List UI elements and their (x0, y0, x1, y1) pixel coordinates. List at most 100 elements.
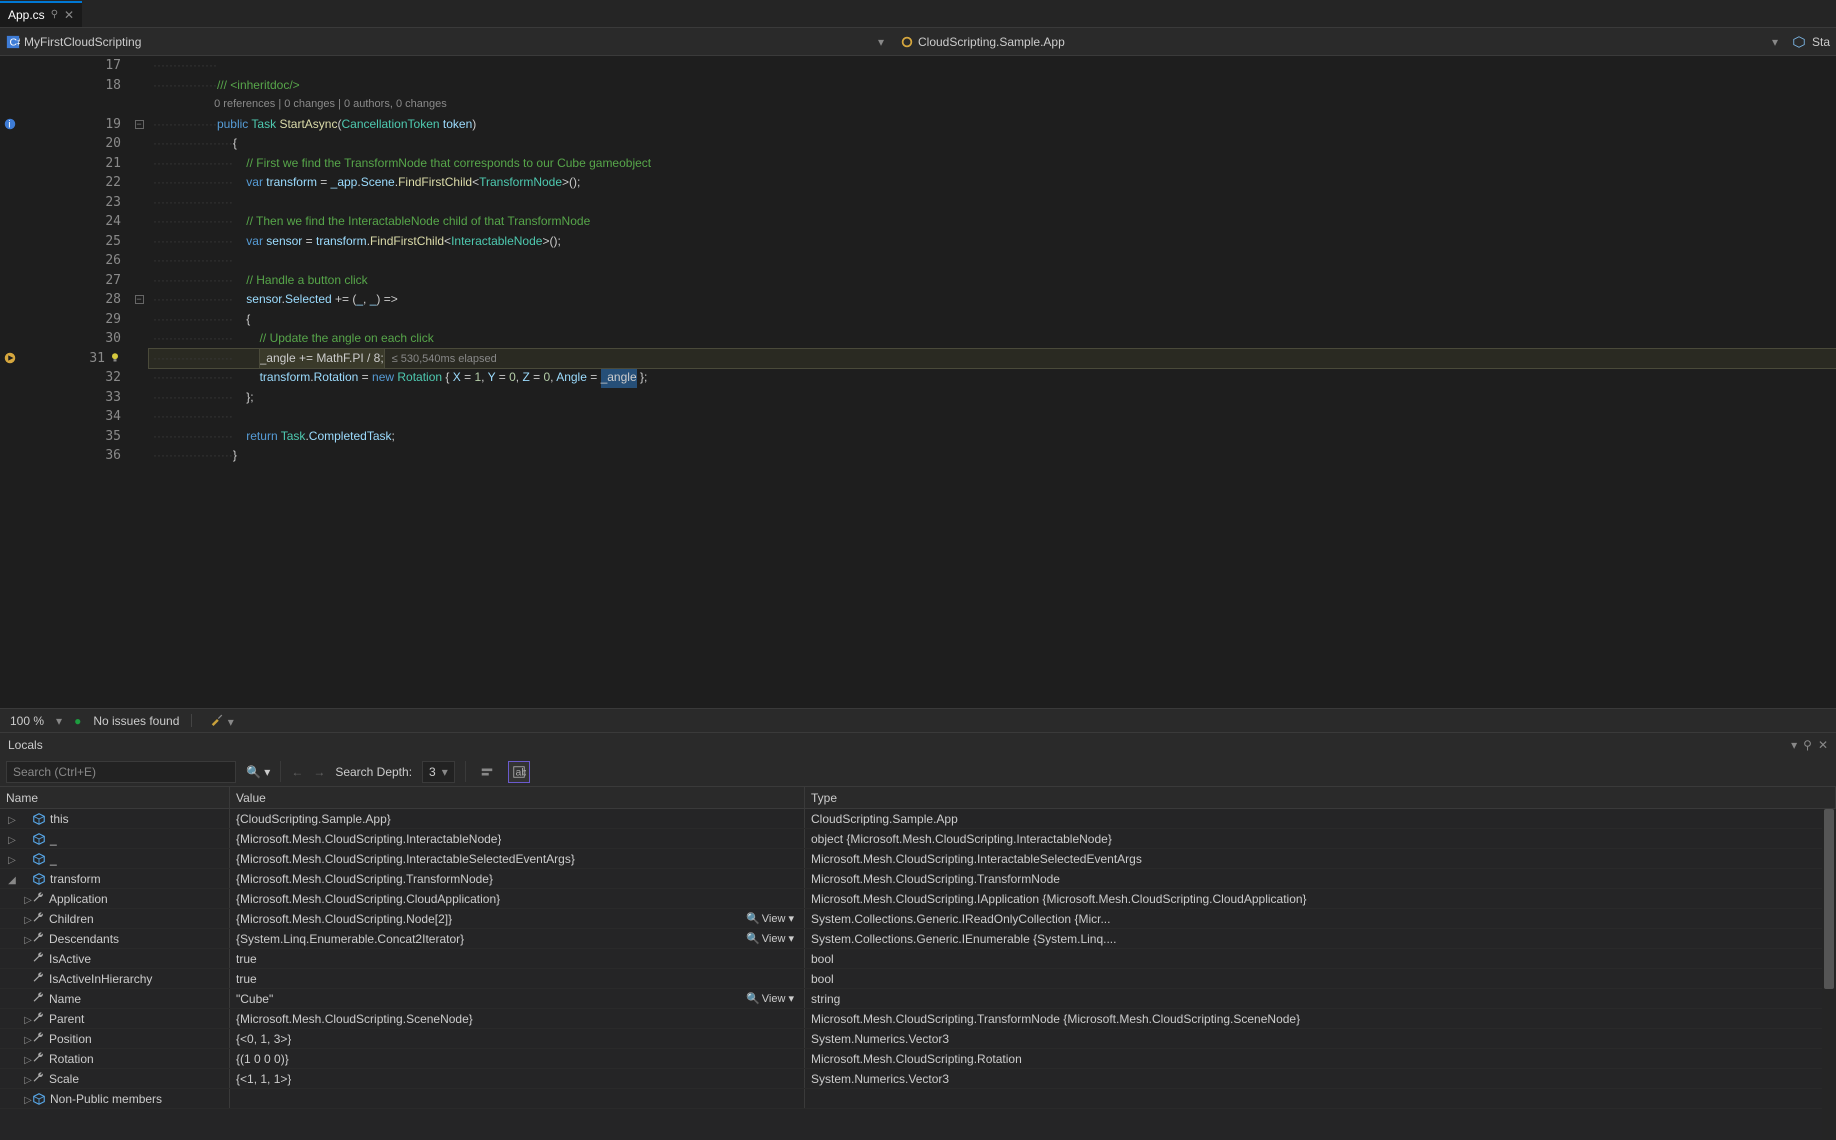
var-value: {Microsoft.Mesh.CloudScripting.Interacta… (236, 852, 575, 866)
scrollbar-vertical[interactable] (1822, 809, 1836, 1140)
code-line[interactable]: ···················· return Task.Complet… (149, 427, 1836, 447)
code-line[interactable]: ···················· (149, 251, 1836, 271)
locals-row[interactable]: ▷Non-Public members (0, 1089, 1836, 1109)
code-line[interactable]: ···················· var sensor = transf… (149, 232, 1836, 252)
locals-row[interactable]: Name"Cube"🔍 View ▾string (0, 989, 1836, 1009)
locals-row[interactable]: IsActivetruebool (0, 949, 1836, 969)
code-line[interactable]: ···················· (149, 193, 1836, 213)
code-line[interactable]: ···················· sensor.Selected += … (149, 290, 1836, 310)
code-line[interactable]: ···················· // First we find th… (149, 154, 1836, 174)
var-name: Position (49, 1032, 92, 1046)
code-line[interactable]: ····················{ (149, 134, 1836, 154)
var-value: {Microsoft.Mesh.CloudScripting.Interacta… (236, 832, 501, 846)
col-name-header[interactable]: Name (0, 787, 230, 808)
file-tab-active[interactable]: App.cs ⚲ ✕ (0, 1, 82, 27)
close-icon[interactable]: ✕ (64, 8, 74, 22)
code-line[interactable]: ················/// <inheritdoc/> (149, 76, 1836, 96)
code-line[interactable]: ···················· { (149, 310, 1836, 330)
var-type: bool (811, 972, 834, 986)
var-name: Name (49, 992, 81, 1006)
view-dropdown[interactable]: 🔍 View ▾ (746, 912, 798, 925)
view-dropdown[interactable]: 🔍 View ▾ (746, 932, 798, 945)
csharp-file-icon: C# (6, 35, 20, 49)
code-line[interactable]: ···················· // Then we find the… (149, 212, 1836, 232)
cube-icon (1792, 35, 1806, 49)
object-icon (32, 812, 46, 826)
fold-toggle[interactable]: − (129, 290, 149, 310)
locals-row[interactable]: ▷Children{Microsoft.Mesh.CloudScripting.… (0, 909, 1836, 929)
var-type: string (811, 992, 840, 1006)
code-line[interactable]: ···················· (149, 407, 1836, 427)
locals-row[interactable]: ▷_{Microsoft.Mesh.CloudScripting.Interac… (0, 849, 1836, 869)
code-line[interactable]: ················public Task StartAsync(C… (149, 115, 1836, 135)
locals-row[interactable]: IsActiveInHierarchytruebool (0, 969, 1836, 989)
locals-grid[interactable]: ▷this{CloudScripting.Sample.App}CloudScr… (0, 809, 1836, 1140)
project-dropdown[interactable]: MyFirstCloudScripting (24, 35, 141, 49)
chevron-down-icon[interactable]: ▾ (1772, 35, 1778, 49)
property-icon (32, 931, 45, 947)
search-depth-label: Search Depth: (335, 765, 412, 779)
info-glyph-icon[interactable]: i (0, 115, 20, 135)
locals-toolbar: Search (Ctrl+E) 🔍 ▾ ← → Search Depth: 3 … (0, 757, 1836, 787)
var-value: {Microsoft.Mesh.CloudScripting.SceneNode… (236, 1012, 473, 1026)
locals-row[interactable]: ▷this{CloudScripting.Sample.App}CloudScr… (0, 809, 1836, 829)
var-value: {(1 0 0 0)} (236, 1052, 289, 1066)
locals-row[interactable]: ▷Parent{Microsoft.Mesh.CloudScripting.Sc… (0, 1009, 1836, 1029)
code-line[interactable]: ···················· // Update the angle… (149, 329, 1836, 349)
search-depth-select[interactable]: 3 ▾ (422, 761, 455, 783)
nav-back-icon[interactable]: ← (291, 765, 303, 779)
chevron-down-icon[interactable]: ▾ (56, 714, 62, 728)
scrollbar-thumb[interactable] (1824, 809, 1834, 989)
var-value: {Microsoft.Mesh.CloudScripting.Node[2]} (236, 912, 452, 926)
expand-toggle[interactable]: ◢ (6, 875, 18, 886)
view-dropdown[interactable]: 🔍 View ▾ (746, 992, 798, 1005)
locals-row[interactable]: ▷Rotation{(1 0 0 0)}Microsoft.Mesh.Cloud… (0, 1049, 1836, 1069)
window-position-icon[interactable]: ▾ (1791, 738, 1797, 752)
expand-toggle[interactable]: ▷ (6, 835, 18, 846)
zoom-level[interactable]: 100 % (10, 714, 44, 728)
var-value: {CloudScripting.Sample.App} (236, 812, 391, 826)
locals-row[interactable]: ▷Scale{<1, 1, 1>}System.Numerics.Vector3 (0, 1069, 1836, 1089)
code-line[interactable]: ···················· }; (149, 388, 1836, 408)
expand-toggle[interactable]: ▷ (6, 815, 18, 826)
code-editor[interactable]: i 17181920212223242526272829303132333435… (0, 56, 1836, 708)
col-value-header[interactable]: Value (230, 787, 805, 808)
breakpoint-arrow-icon[interactable] (0, 349, 20, 369)
var-value: {System.Linq.Enumerable.Concat2Iterator} (236, 932, 464, 946)
locals-row[interactable]: ◢transform{Microsoft.Mesh.CloudScripting… (0, 869, 1836, 889)
locals-row[interactable]: ▷Descendants{System.Linq.Enumerable.Conc… (0, 929, 1836, 949)
close-icon[interactable]: ✕ (1818, 738, 1828, 752)
code-line[interactable]: ················ (149, 56, 1836, 76)
brush-icon[interactable] (210, 712, 224, 726)
show-raw-icon[interactable]: ab (508, 761, 530, 783)
chevron-down-icon[interactable]: ▾ (878, 35, 884, 49)
expand-toggle[interactable]: ▷ (6, 855, 18, 866)
chevron-down-icon: ▾ (442, 765, 448, 779)
locals-title: Locals (8, 738, 43, 752)
highlight-icon[interactable] (476, 761, 498, 783)
pin-icon[interactable]: ⚲ (1803, 738, 1812, 752)
fold-toggle[interactable]: − (129, 115, 149, 135)
nav-forward-icon[interactable]: → (313, 765, 325, 779)
locals-row[interactable]: ▷Position{<0, 1, 3>}System.Numerics.Vect… (0, 1029, 1836, 1049)
locals-row[interactable]: ▷_{Microsoft.Mesh.CloudScripting.Interac… (0, 829, 1836, 849)
var-name: Descendants (49, 932, 119, 946)
codelens-text[interactable]: 0 references | 0 changes | 0 authors, 0 … (149, 95, 1836, 115)
search-input[interactable]: Search (Ctrl+E) (6, 761, 236, 783)
var-type: System.Numerics.Vector3 (811, 1072, 949, 1086)
var-type: Microsoft.Mesh.CloudScripting.IApplicati… (811, 892, 1307, 906)
col-type-header[interactable]: Type (805, 787, 1836, 808)
locals-row[interactable]: ▷Application{Microsoft.Mesh.CloudScripti… (0, 889, 1836, 909)
code-line[interactable]: ···················· // Handle a button … (149, 271, 1836, 291)
var-name: this (50, 812, 69, 826)
class-dropdown[interactable]: CloudScripting.Sample.App (918, 35, 1065, 49)
code-line[interactable]: ····················} (149, 446, 1836, 466)
code-line[interactable]: ···················· var transform = _ap… (149, 173, 1836, 193)
code-line[interactable]: ···················· _angle += MathF.PI … (149, 349, 1836, 369)
search-icon[interactable]: 🔍 ▾ (246, 765, 270, 779)
var-name: IsActiveInHierarchy (49, 972, 152, 986)
lightbulb-icon[interactable] (109, 351, 121, 366)
member-dropdown-far[interactable]: Sta (1812, 35, 1830, 49)
pin-icon[interactable]: ⚲ (51, 9, 58, 20)
code-line[interactable]: ···················· transform.Rotation … (149, 368, 1836, 388)
